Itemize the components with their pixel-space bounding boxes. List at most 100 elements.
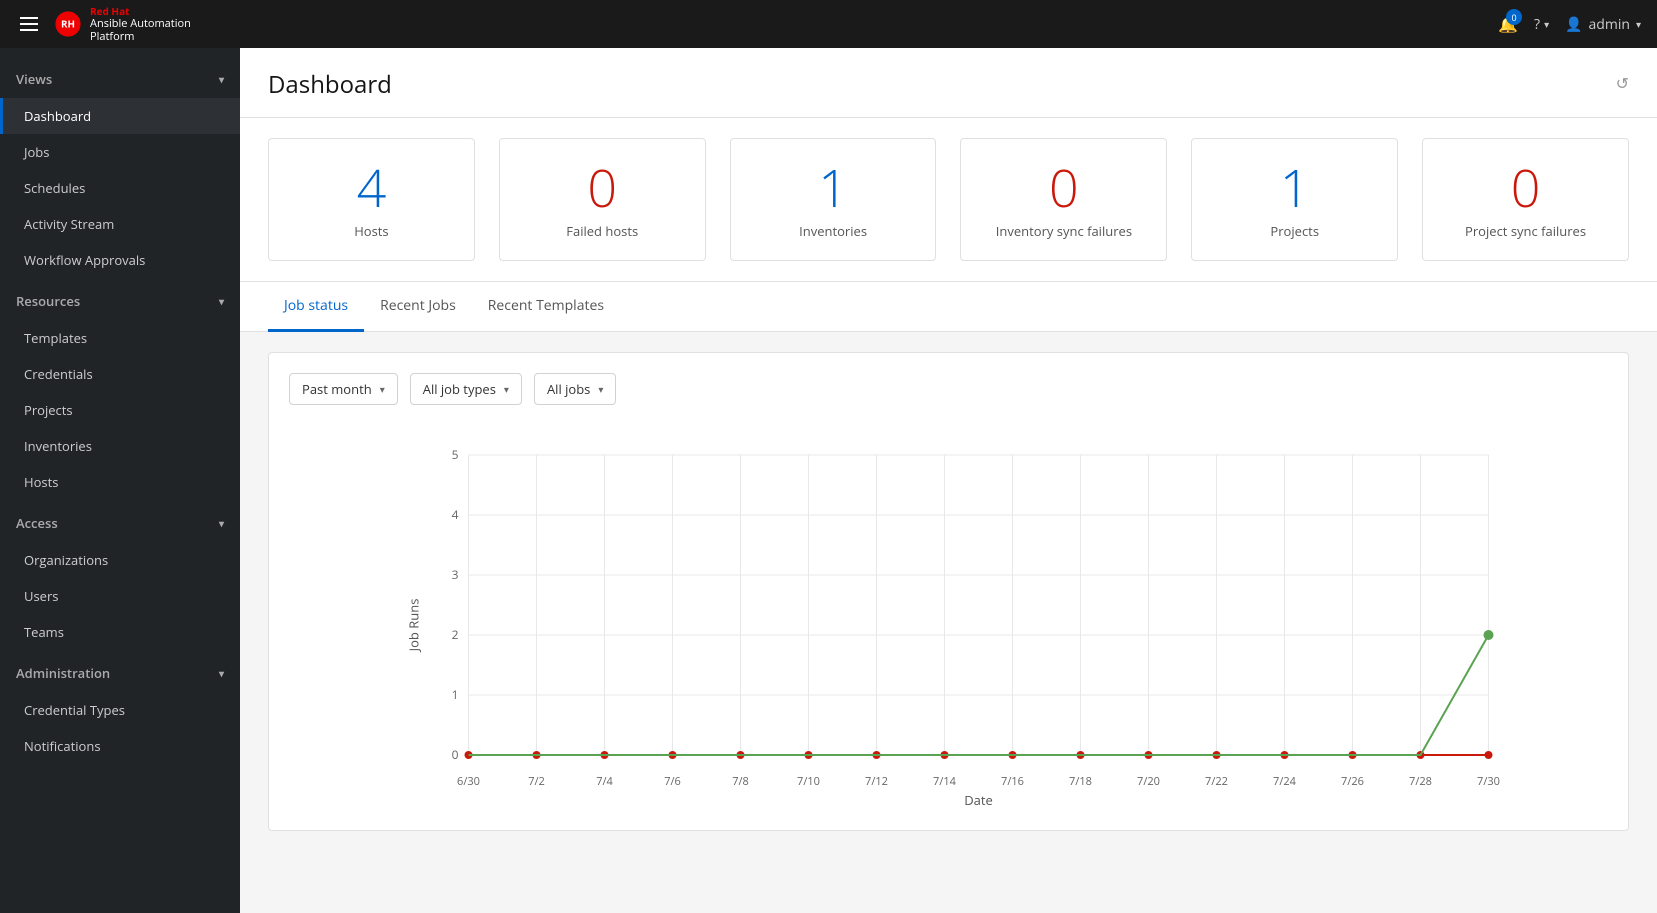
sidebar-item-dashboard[interactable]: Dashboard [0,98,240,134]
x-label-15: 7/30 [1477,774,1500,789]
project-sync-stat-label: Project sync failures [1443,222,1608,240]
x-label-10: 7/20 [1137,774,1160,789]
tab-recent-templates[interactable]: Recent Templates [472,282,620,332]
x-label-12: 7/24 [1273,774,1297,789]
project-sync-stat-number: 0 [1443,159,1608,216]
jobs-filter[interactable]: All jobs ▾ [534,373,616,405]
notification-button[interactable]: 🔔 0 [1498,13,1518,35]
sidebar-item-teams[interactable]: Teams [0,614,240,650]
x-label-8: 7/16 [1001,774,1024,789]
sidebar-section-resources: Resources ▾ TemplatesCredentialsProjects… [0,282,240,500]
time-filter[interactable]: Past month ▾ [289,373,398,405]
sidebar-section-views: Views ▾ DashboardJobsSchedulesActivity S… [0,60,240,278]
inventory-sync-stat[interactable]: 0 Inventory sync failures [960,138,1167,261]
job-status-chart: Job Runs [289,425,1608,805]
projects-stat-number: 1 [1212,159,1377,216]
chart-filters: Past month ▾ All job types ▾ All jobs ▾ [289,373,1608,405]
sidebar-item-jobs[interactable]: Jobs [0,134,240,170]
y-label-4: 4 [452,506,459,523]
failed-hosts-stat-label: Failed hosts [520,222,685,240]
sidebar-administration-chevron-icon: ▾ [219,666,224,680]
help-icon: ? [1534,15,1540,34]
sidebar-item-schedules[interactable]: Schedules [0,170,240,206]
user-icon: 👤 [1565,15,1582,34]
tabs-bar: Job statusRecent JobsRecent Templates [240,282,1657,332]
tab-job-status[interactable]: Job status [268,282,364,332]
sidebar-item-organizations[interactable]: Organizations [0,542,240,578]
sidebar-item-notifications[interactable]: Notifications [0,728,240,764]
x-label-6: 7/12 [865,774,888,789]
hosts-stat-label: Hosts [289,222,454,240]
sidebar-section-resources-header[interactable]: Resources ▾ [0,282,240,320]
top-nav: RH Red Hat Ansible Automation Platform 🔔… [0,0,1657,48]
x-label-1: 7/2 [528,774,545,789]
y-label-1: 1 [452,686,459,703]
failed-hosts-stat-number: 0 [520,159,685,216]
sidebar-item-hosts[interactable]: Hosts [0,464,240,500]
sidebar-item-credentials[interactable]: Credentials [0,356,240,392]
x-label-9: 7/18 [1069,774,1092,789]
sidebar-item-inventories[interactable]: Inventories [0,428,240,464]
sidebar-item-credential-types[interactable]: Credential Types [0,692,240,728]
y-label-3: 3 [452,566,459,583]
projects-stat[interactable]: 1 Projects [1191,138,1398,261]
sidebar-section-resources-label: Resources [16,292,80,310]
time-filter-label: Past month [302,380,372,398]
stats-row: 4 Hosts 0 Failed hosts 1 Inventories 0 I… [240,118,1657,282]
y-label-2: 2 [452,626,459,643]
help-chevron-icon: ▾ [1544,17,1549,31]
y-label-0: 0 [452,746,459,763]
sidebar-section-access-header[interactable]: Access ▾ [0,504,240,542]
page-title: Dashboard [268,68,392,117]
sidebar-item-activity-stream[interactable]: Activity Stream [0,206,240,242]
svg-text:RH: RH [61,18,75,31]
time-filter-chevron-icon: ▾ [380,382,385,396]
x-label-3: 7/6 [664,774,681,789]
username-label: admin [1589,15,1630,34]
sidebar-section-administration-header[interactable]: Administration ▾ [0,654,240,692]
sidebar-resources-chevron-icon: ▾ [219,294,224,308]
redhat-logo-icon: RH [54,10,82,38]
inventories-stat[interactable]: 1 Inventories [730,138,937,261]
user-chevron-icon: ▾ [1636,17,1641,31]
project-sync-stat[interactable]: 0 Project sync failures [1422,138,1629,261]
sidebar-item-workflow-approvals[interactable]: Workflow Approvals [0,242,240,278]
green-dot-15 [1484,630,1494,640]
job-type-filter[interactable]: All job types ▾ [410,373,522,405]
x-label-5: 7/10 [797,774,820,789]
red-dot-15 [1485,751,1493,759]
hamburger-button[interactable] [16,13,42,35]
hosts-stat-number: 4 [289,159,454,216]
failed-hosts-stat[interactable]: 0 Failed hosts [499,138,706,261]
sidebar-section-views-header[interactable]: Views ▾ [0,60,240,98]
x-label-4: 7/8 [732,774,749,789]
x-label-13: 7/26 [1341,774,1364,789]
jobs-filter-label: All jobs [547,380,590,398]
brand-logo: RH Red Hat Ansible Automation Platform [54,5,191,43]
sidebar-section-administration-label: Administration [16,664,110,682]
job-type-filter-chevron-icon: ▾ [504,382,509,396]
sidebar-section-access: Access ▾ OrganizationsUsersTeams [0,504,240,650]
sidebar-item-projects[interactable]: Projects [0,392,240,428]
hosts-stat[interactable]: 4 Hosts [268,138,475,261]
notification-badge: 0 [1506,9,1522,25]
sidebar-item-users[interactable]: Users [0,578,240,614]
refresh-icon[interactable]: ↺ [1616,68,1629,94]
projects-stat-label: Projects [1212,222,1377,240]
tab-recent-jobs[interactable]: Recent Jobs [364,282,472,332]
sidebar: Views ▾ DashboardJobsSchedulesActivity S… [0,48,240,913]
x-label-2: 7/4 [596,774,613,789]
inventories-stat-label: Inventories [751,222,916,240]
x-label-0: 6/30 [457,774,480,789]
chart-container: Past month ▾ All job types ▾ All jobs ▾ … [268,352,1629,831]
y-axis-label: Job Runs [405,599,423,654]
sidebar-item-templates[interactable]: Templates [0,320,240,356]
user-menu-button[interactable]: 👤 admin ▾ [1565,15,1641,34]
chart-svg-wrapper: Job Runs [289,425,1608,810]
inventories-stat-number: 1 [751,159,916,216]
jobs-filter-chevron-icon: ▾ [598,382,603,396]
help-button[interactable]: ? ▾ [1534,15,1549,34]
page-header: Dashboard ↺ [240,48,1657,118]
sidebar-section-administration: Administration ▾ Credential TypesNotific… [0,654,240,764]
x-label-11: 7/22 [1205,774,1228,789]
